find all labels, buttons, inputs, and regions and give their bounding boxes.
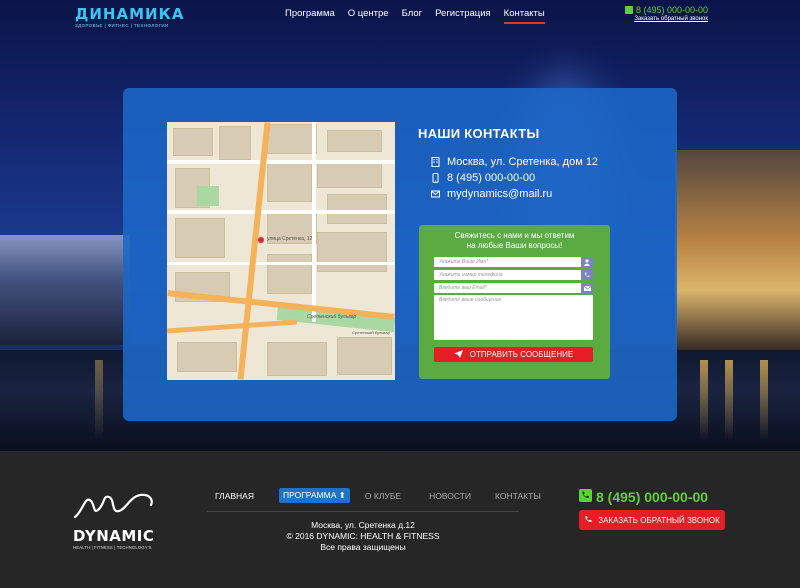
- nav-item-contacts[interactable]: Контакты: [503, 8, 545, 24]
- site-footer: DYNAMIC HEALTH | FITNESS | TECHNOLOGY'S …: [0, 451, 800, 588]
- nav-item-blog[interactable]: Блог: [402, 8, 423, 24]
- footer-nav-contacts[interactable]: КОНТАКТЫ: [495, 491, 541, 501]
- footer-copyright: © 2016 DYNAMIC: HEALTH & FITNESS: [286, 531, 440, 541]
- contacts-title: НАШИ КОНТАКТЫ: [418, 126, 540, 141]
- message-field-placeholder: Введите ваше сообщение: [439, 297, 502, 303]
- footer-nav-news[interactable]: НОВОСТИ: [429, 491, 471, 501]
- contact-address-text: Москва, ул. Сретенка, дом 12: [447, 156, 599, 168]
- light-reflection: [95, 360, 103, 440]
- site-logo[interactable]: ДИНАМИКА ЗДОРОВЬЕ | ФИТНЕС | ТЕХНОЛОГИИ: [75, 5, 184, 28]
- email-field-placeholder: Введите ваш Email*: [439, 285, 487, 291]
- message-field[interactable]: Введите ваше сообщение: [434, 295, 593, 340]
- footer-nav-program-label: ПРОГРАММА: [283, 490, 337, 500]
- envelope-icon: [431, 189, 440, 199]
- header-callback-link[interactable]: Заказать обратный звонок: [625, 16, 708, 22]
- phone-field[interactable]: Укажите номер телефона: [434, 270, 593, 280]
- arrow-up-icon: ⬆: [338, 490, 346, 500]
- phone-icon: [624, 6, 633, 14]
- building-right-image: [675, 150, 800, 350]
- callback-button-label: ЗАКАЗАТЬ ОБРАТНЫЙ ЗВОНОК: [598, 515, 720, 525]
- main-nav: Программа О центре Блог Регистрация Конт…: [285, 8, 545, 24]
- map-label-address: улица Сретенка, 12: [267, 236, 313, 242]
- footer-address: Москва, ул. Сретенка д.12: [311, 520, 415, 530]
- light-reflection: [760, 360, 768, 440]
- footer-address-block: Москва, ул. Сретенка д.12 © 2016 DYNAMIC…: [207, 520, 519, 553]
- contact-phone[interactable]: 8 (495) 000-00-00: [431, 172, 535, 184]
- light-reflection: [700, 360, 708, 440]
- user-icon: [581, 257, 593, 267]
- contact-address: Москва, ул. Сретенка, дом 12: [431, 156, 598, 168]
- map-pin-icon[interactable]: [258, 237, 264, 243]
- phone-icon: [581, 270, 593, 280]
- nav-item-registration[interactable]: Регистрация: [435, 8, 491, 24]
- light-reflection: [725, 360, 733, 440]
- footer-logo-title: DYNAMIC: [73, 527, 155, 545]
- envelope-icon: [581, 283, 593, 293]
- footer-nav-program-wrap: ПРОГРАММА ⬆: [279, 488, 350, 503]
- header-phone-number: 8 (495) 000-00-00: [635, 5, 708, 15]
- footer-rights: Все права защищены: [320, 542, 406, 552]
- dynamic-wave-icon: [73, 493, 153, 519]
- name-field[interactable]: Укажите Ваше Имя*: [434, 257, 593, 267]
- phone-ring-icon: [584, 515, 593, 526]
- footer-logo-subtitle: HEALTH | FITNESS | TECHNOLOGY'S: [73, 545, 152, 550]
- map-label-boulevard: Сретенский бульвар: [307, 314, 357, 320]
- send-message-label: ОТПРАВИТЬ СООБЩЕНИЕ: [469, 350, 574, 359]
- contact-email[interactable]: mydynamics@mail.ru: [431, 188, 552, 200]
- callback-button[interactable]: ЗАКАЗАТЬ ОБРАТНЫЙ ЗВОНОК: [579, 510, 725, 530]
- footer-nav: ГЛАВНАЯ ПРОГРАММА ⬆ О КЛУБЕ НОВОСТИ КОНТ…: [215, 488, 541, 503]
- footer-nav-home[interactable]: ГЛАВНАЯ: [215, 491, 254, 501]
- contact-email-text: mydynamics@mail.ru: [447, 188, 553, 200]
- footer-phone-number: 8 (495) 000-00-00: [596, 489, 709, 505]
- building-icon: [431, 157, 440, 167]
- logo-subtitle: ЗДОРОВЬЕ | ФИТНЕС | ТЕХНОЛОГИИ: [75, 23, 169, 28]
- name-field-placeholder: Укажите Ваше Имя*: [439, 259, 488, 265]
- form-heading-line1: Свяжитесь с нами и мы ответим: [454, 231, 575, 240]
- footer-divider: [207, 511, 519, 512]
- phone-icon: [579, 489, 592, 505]
- form-heading: Свяжитесь с нами и мы ответим на любые В…: [419, 231, 610, 251]
- nav-item-about[interactable]: О центре: [348, 8, 389, 24]
- building-left-image: [0, 235, 130, 345]
- contacts-card: улица Сретенка, 12 Сретенский бульвар Ср…: [123, 88, 677, 421]
- footer-logo[interactable]: DYNAMIC HEALTH | FITNESS | TECHNOLOGY'S: [73, 491, 155, 550]
- send-message-button[interactable]: ОТПРАВИТЬ СООБЩЕНИЕ: [434, 347, 593, 362]
- header-contact: 8 (495) 000-00-00 Заказать обратный звон…: [624, 5, 708, 22]
- logo-title: ДИНАМИКА: [75, 5, 185, 23]
- location-map[interactable]: улица Сретенка, 12 Сретенский бульвар Ср…: [167, 122, 395, 380]
- phone-field-placeholder: Укажите номер телефона: [439, 272, 503, 278]
- form-heading-line2: на любые Ваши вопросы!: [466, 241, 563, 250]
- header-phone[interactable]: 8 (495) 000-00-00: [624, 5, 708, 15]
- map-label-boulevard-2: Сретенский бульвар: [352, 330, 390, 335]
- footer-nav-about[interactable]: О КЛУБЕ: [365, 491, 401, 501]
- mobile-phone-icon: [431, 173, 440, 183]
- paper-plane-icon: [453, 349, 463, 360]
- footer-phone[interactable]: 8 (495) 000-00-00: [579, 489, 708, 505]
- contact-phone-text: 8 (495) 000-00-00: [447, 172, 536, 184]
- contact-form: Свяжитесь с нами и мы ответим на любые В…: [419, 225, 610, 379]
- nav-item-program[interactable]: Программа: [285, 8, 335, 24]
- email-field[interactable]: Введите ваш Email*: [434, 283, 593, 293]
- footer-nav-program[interactable]: ПРОГРАММА ⬆: [279, 488, 350, 503]
